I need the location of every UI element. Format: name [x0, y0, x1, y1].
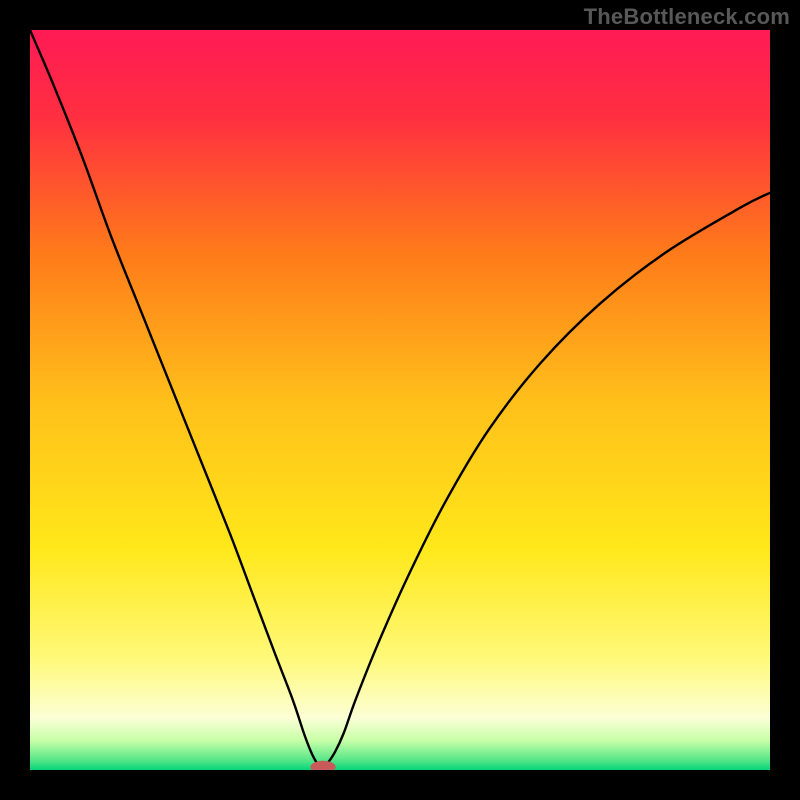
chart-svg — [30, 30, 770, 770]
gradient-background — [30, 30, 770, 770]
chart-frame: TheBottleneck.com — [0, 0, 800, 800]
watermark-label: TheBottleneck.com — [584, 4, 790, 30]
plot-area — [30, 30, 770, 770]
